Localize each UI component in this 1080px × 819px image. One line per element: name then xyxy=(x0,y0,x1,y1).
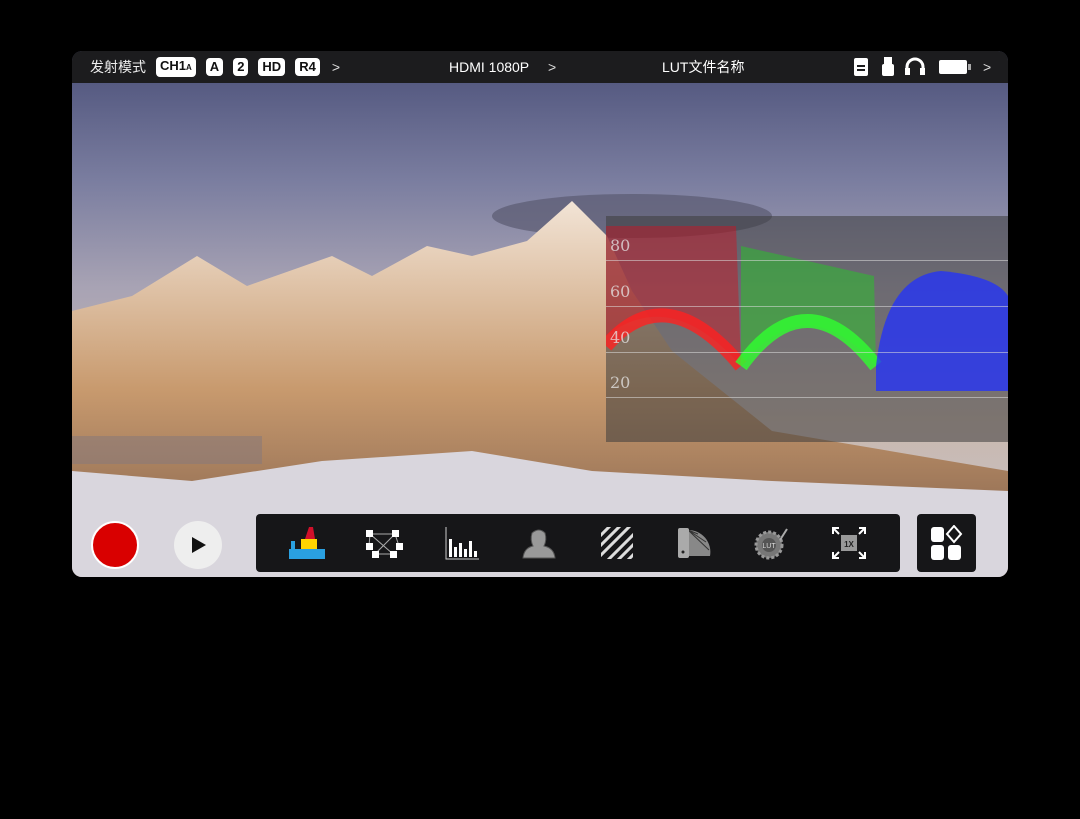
gridline xyxy=(606,397,1008,398)
blue-trace xyxy=(876,271,1008,391)
color-swatch-icon xyxy=(678,528,711,558)
lut-name[interactable]: LUT文件名称 xyxy=(662,57,744,77)
status-bar: 发射模式 CH1A A 2 HD R4 > HDMI 1080P > LUT文件… xyxy=(72,51,1008,83)
lut-icon: LUT xyxy=(754,528,788,560)
focus-points-tool[interactable] xyxy=(362,523,406,563)
channel-sub: A xyxy=(186,63,192,72)
headphones-icon xyxy=(905,57,925,75)
channel-badge[interactable]: CH1A xyxy=(156,57,196,77)
waveform-icon xyxy=(288,527,325,559)
apps-icon xyxy=(930,525,962,560)
sd-card-icon xyxy=(854,58,868,76)
zebra-icon xyxy=(600,527,633,559)
usb-icon xyxy=(882,57,894,76)
channel-text: CH1 xyxy=(160,58,187,73)
zoom-1x-icon: 1X xyxy=(832,527,867,559)
false-color-icon xyxy=(522,529,556,559)
r4-badge[interactable]: R4 xyxy=(295,58,320,76)
level-label: 40 xyxy=(610,328,631,347)
color-swatch-tool[interactable] xyxy=(672,523,716,563)
level-label: 60 xyxy=(610,282,631,301)
transmit-mode-label[interactable]: 发射模式 xyxy=(90,57,146,77)
waveform-traces xyxy=(606,226,1008,391)
focus-points-icon xyxy=(366,530,404,558)
battery-icon xyxy=(939,60,971,74)
lut-tool[interactable]: LUT xyxy=(750,523,794,563)
level-label: 80 xyxy=(610,236,631,255)
svg-text:1X: 1X xyxy=(844,540,854,549)
mode-badge[interactable]: A xyxy=(205,58,224,76)
monitor-screen: 发射模式 CH1A A 2 HD R4 > HDMI 1080P > LUT文件… xyxy=(72,51,1008,577)
gridline xyxy=(606,260,1008,261)
histogram-icon xyxy=(445,527,479,560)
chevron-right-icon[interactable]: > xyxy=(548,59,556,75)
record-button[interactable] xyxy=(91,521,139,569)
waveform-tool[interactable] xyxy=(285,523,329,563)
signal-label[interactable]: HDMI 1080P xyxy=(449,59,529,75)
gridline xyxy=(606,306,1008,307)
zoom-tool[interactable]: 1X xyxy=(827,523,871,563)
apps-button[interactable] xyxy=(917,514,976,572)
play-icon xyxy=(192,537,206,553)
histogram-tool[interactable] xyxy=(440,523,484,563)
svg-text:LUT: LUT xyxy=(762,543,776,550)
play-button[interactable] xyxy=(174,521,222,569)
chevron-right-icon[interactable]: > xyxy=(332,59,340,75)
hd-badge[interactable]: HD xyxy=(258,58,286,76)
gridline xyxy=(606,352,1008,353)
tool-toolbar: LUT 1X xyxy=(256,514,900,572)
level-label: 20 xyxy=(610,373,631,392)
false-color-tool[interactable] xyxy=(517,523,561,563)
chevron-right-icon[interactable]: > xyxy=(983,59,991,75)
rgb-parade-waveform[interactable]: 80 60 40 20 xyxy=(606,216,1008,442)
zebra-tool[interactable] xyxy=(595,523,639,563)
number-badge[interactable]: 2 xyxy=(233,58,249,76)
